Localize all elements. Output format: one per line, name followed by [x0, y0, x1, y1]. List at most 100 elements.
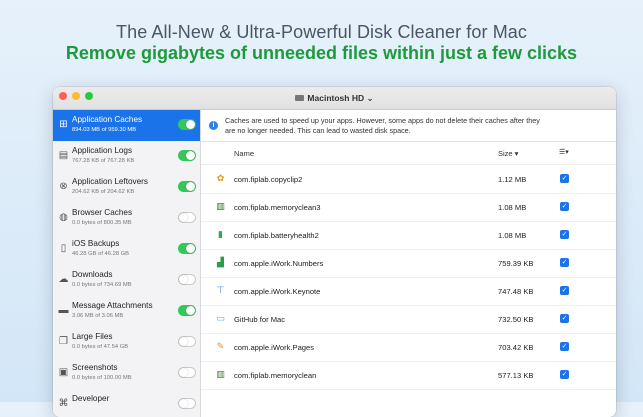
row-checkbox[interactable]: ✓ [560, 286, 569, 295]
row-size: 1.08 MB [498, 203, 527, 212]
sidebar-item[interactable]: ◍ Browser Caches 0.0 bytes of 800.35 MB [53, 203, 200, 234]
row-checkbox[interactable]: ✓ [560, 202, 569, 211]
table-row[interactable]: ▟ com.apple.iWork.Numbers 759.39 KB ✓ [201, 249, 616, 278]
row-name: com.fiplab.memoryclean3 [234, 203, 321, 212]
code-icon: ⌘ [58, 398, 69, 409]
row-name: com.apple.iWork.Numbers [234, 259, 324, 268]
column-options-icon[interactable]: ☰▾ [559, 148, 569, 156]
sidebar-item-size: 767.28 KB of 767.28 KB [72, 158, 135, 164]
toggle-knob [179, 337, 188, 346]
category-toggle[interactable] [178, 119, 196, 130]
sidebar-item-size: 0.0 bytes of 800.35 MB [72, 220, 132, 226]
category-toggle[interactable] [178, 367, 196, 378]
sidebar-item-label: Application Logs [72, 146, 133, 155]
toggle-knob [186, 244, 195, 253]
column-size-header[interactable]: Size ▾ [498, 149, 518, 158]
info-icon: i [209, 121, 218, 130]
toggle-knob [186, 182, 195, 191]
category-toggle[interactable] [178, 336, 196, 347]
table-row[interactable]: ✎ com.apple.iWork.Pages 703.42 KB ✓ [201, 333, 616, 362]
category-toggle[interactable] [178, 398, 196, 409]
sidebar-item-size: 3.06 MB of 3.06 MB [72, 313, 124, 319]
category-toggle[interactable] [178, 181, 196, 192]
row-checkbox[interactable]: ✓ [560, 174, 569, 183]
disk-selector-label: Macintosh HD ⌄ [307, 93, 374, 103]
message-icon: ▬ [58, 305, 69, 316]
category-toggle[interactable] [178, 305, 196, 316]
sidebar-item[interactable]: ☁ Downloads 0.0 bytes of 734.69 MB [53, 265, 200, 296]
sidebar-item-size: 0.0 bytes of 734.69 MB [72, 282, 132, 288]
table-row[interactable]: ▥ com.fiplab.memoryclean3 1.08 MB ✓ [201, 193, 616, 222]
image-icon: ▣ [58, 367, 69, 378]
title-bar: Macintosh HD ⌄ [53, 87, 616, 110]
sidebar-item-size: 46.28 GB of 46.28 GB [72, 251, 130, 257]
sidebar-item[interactable]: ▤ Application Logs 767.28 KB of 767.28 KB [53, 141, 200, 172]
headline-title: The All-New & Ultra-Powerful Disk Cleane… [115, 22, 528, 42]
memory-chip-icon: ▥ [216, 201, 225, 211]
sidebar-item-label: iOS Backups [72, 239, 120, 248]
sidebar-item[interactable]: ⊗ Application Leftovers 204.62 KB of 204.6… [53, 172, 200, 203]
hard-disk-icon [295, 95, 305, 101]
row-name: com.fiplab.copyclip2 [234, 175, 303, 184]
memory-chip-icon: ▥ [216, 369, 225, 379]
toggle-knob [179, 399, 188, 408]
row-size: 703.42 KB [498, 343, 534, 352]
row-name: com.apple.iWork.Pages [234, 343, 315, 352]
category-toggle[interactable] [178, 212, 196, 223]
table-row[interactable]: ▭ GitHub for Mac 732.50 KB ✓ [201, 305, 616, 334]
sidebar-item-size: 894.03 MB of 959.30 MB [72, 127, 137, 133]
disk-selector[interactable]: Macintosh HD ⌄ [53, 87, 616, 109]
copyclip-icon: ✿ [216, 173, 225, 183]
battery-icon: ▮ [218, 229, 223, 239]
grid-icon: ⊞ [59, 119, 68, 130]
main-panel: i Caches are used to speed up your apps.… [201, 110, 616, 417]
sidebar: ⊞ Application Caches 894.03 MB of 959.30 M… [53, 110, 201, 417]
row-size: 577.13 KB [498, 371, 534, 380]
row-checkbox[interactable]: ✓ [560, 314, 569, 323]
row-name: com.fiplab.batteryhealth2 [234, 231, 319, 240]
numbers-icon: ▟ [217, 257, 224, 267]
category-toggle[interactable] [178, 274, 196, 285]
sidebar-item-size: 0.0 bytes of 47.54 GB [72, 344, 129, 350]
files-icon: ❐ [59, 336, 68, 347]
table-header: Name Size ▾ ☰▾ [201, 142, 616, 165]
app-window: Macintosh HD ⌄ ⊞ Application Caches 894.03… [53, 87, 616, 417]
toggle-knob [186, 306, 195, 315]
sidebar-item-size: 204.62 KB of 204.62 KB [72, 189, 135, 195]
table-row[interactable]: ⊤ com.apple.iWork.Keynote 747.48 KB ✓ [201, 277, 616, 306]
keynote-icon: ⊤ [216, 285, 225, 295]
category-toggle[interactable] [178, 150, 196, 161]
x-circle-icon: ⊗ [59, 181, 68, 192]
toggle-knob [179, 275, 188, 284]
sidebar-item-label: Application Leftovers [72, 177, 149, 186]
row-checkbox[interactable]: ✓ [560, 230, 569, 239]
sidebar-item-label: Application Caches [72, 115, 143, 124]
toggle-knob [179, 368, 188, 377]
sidebar-item[interactable]: ▣ Screenshots 0.0 bytes of 100.00 MB [53, 358, 200, 389]
sidebar-item[interactable]: ❐ Large Files 0.0 bytes of 47.54 GB [53, 327, 200, 358]
table-row[interactable]: ▮ com.fiplab.batteryhealth2 1.08 MB ✓ [201, 221, 616, 250]
row-checkbox[interactable]: ✓ [560, 370, 569, 379]
row-checkbox[interactable]: ✓ [560, 258, 569, 267]
info-text: Caches are used to speed up your apps. H… [225, 116, 540, 135]
folder-icon: ▭ [216, 313, 225, 323]
info-banner: i Caches are used to speed up your apps.… [201, 110, 616, 142]
column-name-header[interactable]: Name [234, 149, 254, 158]
sidebar-item[interactable]: ▬ Message Attachments 3.06 MB of 3.06 MB [53, 296, 200, 327]
sidebar-item[interactable]: ⊞ Application Caches 894.03 MB of 959.30 M… [53, 110, 200, 141]
table-row[interactable]: ✿ com.fiplab.copyclip2 1.12 MB ✓ [201, 165, 616, 194]
phone-icon: ▯ [60, 243, 67, 254]
row-size: 747.48 KB [498, 287, 534, 296]
pages-icon: ✎ [216, 341, 225, 351]
row-checkbox[interactable]: ✓ [560, 342, 569, 351]
sidebar-item[interactable]: ▯ iOS Backups 46.28 GB of 46.28 GB [53, 234, 200, 265]
table-row[interactable]: ▥ com.fiplab.memoryclean 577.13 KB ✓ [201, 361, 616, 390]
sidebar-item[interactable]: ⌘ Developer [53, 389, 200, 417]
category-toggle[interactable] [178, 243, 196, 254]
sidebar-item-label: Large Files [72, 332, 113, 341]
cloud-download-icon: ☁ [58, 274, 69, 285]
sidebar-item-label: Downloads [72, 270, 113, 279]
row-size: 759.39 KB [498, 259, 534, 268]
row-size: 1.08 MB [498, 231, 527, 240]
toggle-knob [186, 120, 195, 129]
